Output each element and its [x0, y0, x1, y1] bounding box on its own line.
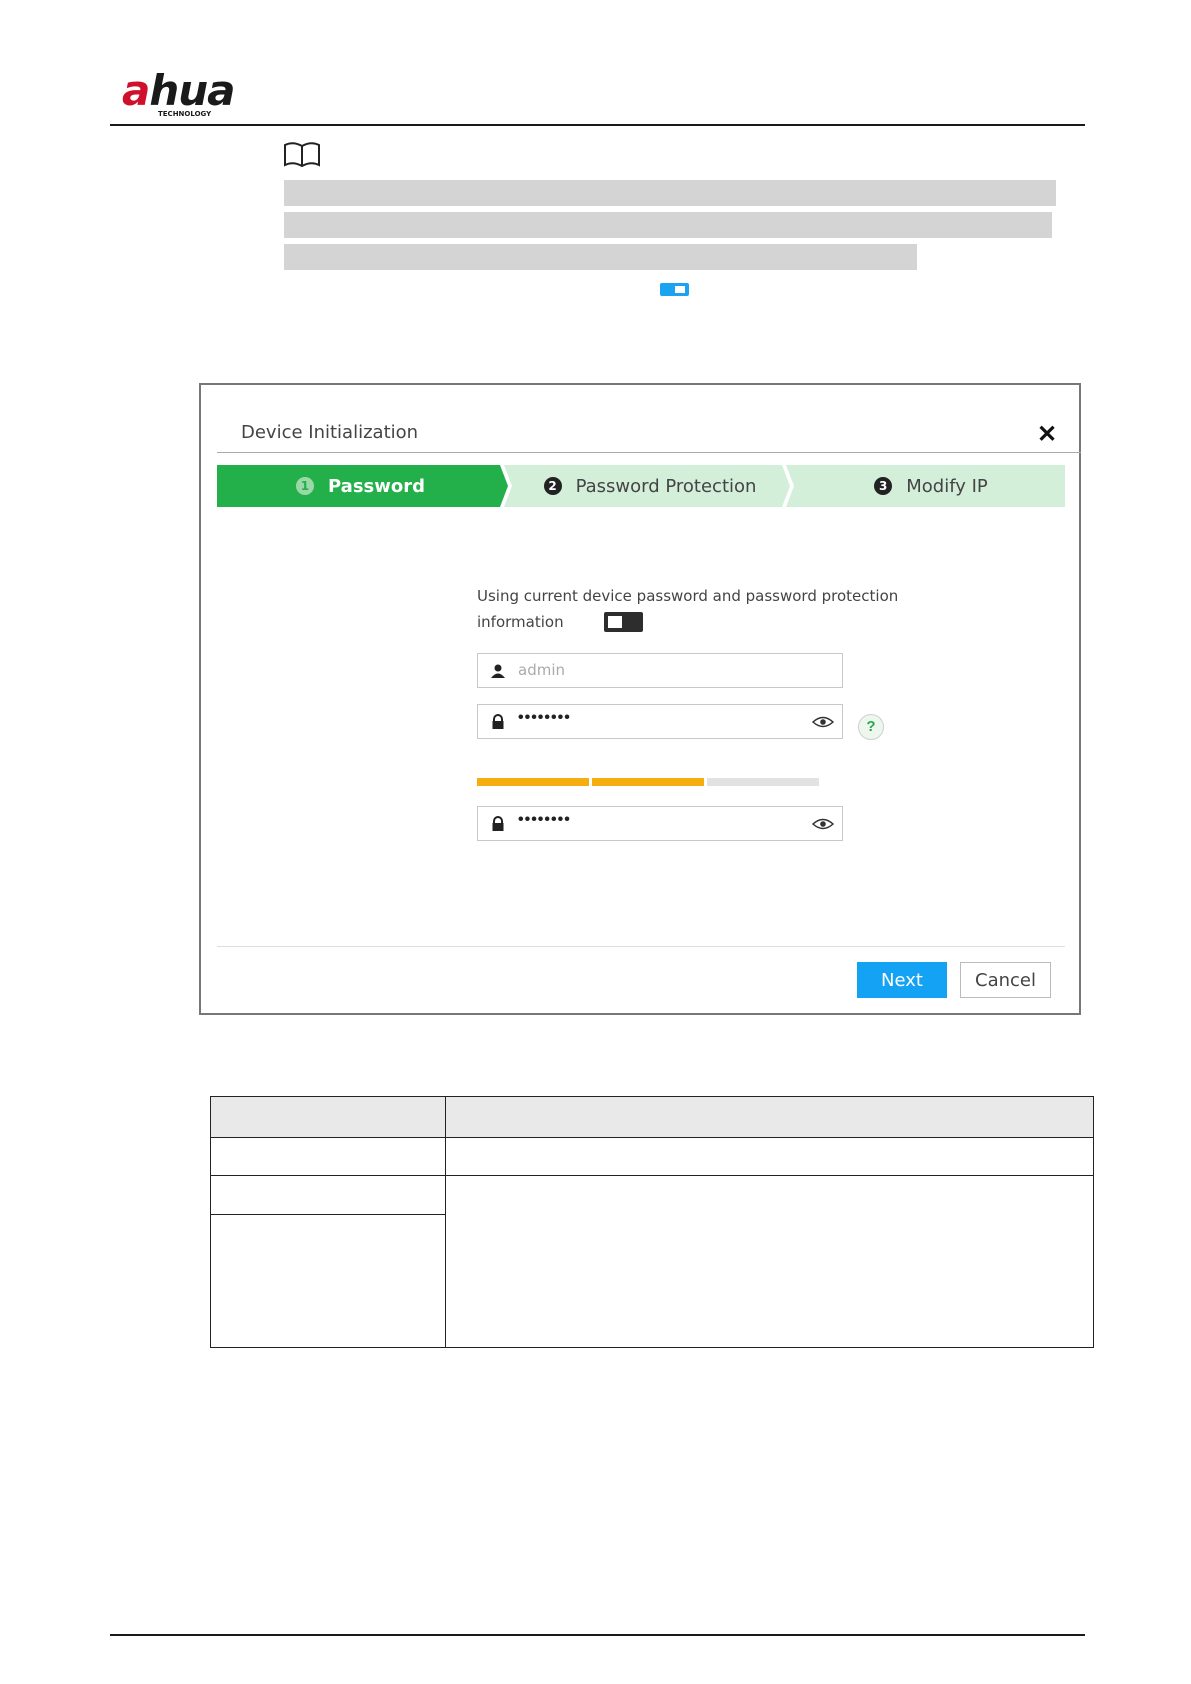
step-wizard: 1 Password 2 Password Protection 3 Modif… — [217, 465, 1065, 507]
logo-wordmark: hua — [149, 66, 235, 115]
step-2-number: 2 — [543, 477, 562, 495]
confirm-password-value: •••••••• — [518, 811, 571, 828]
use-current-password-toggle[interactable] — [604, 612, 643, 632]
strength-bar-segment-1 — [477, 778, 589, 786]
strength-bar-segment-2 — [592, 778, 704, 786]
tab-password-protection[interactable]: 2 Password Protection — [509, 465, 791, 507]
next-button[interactable]: Next — [857, 962, 947, 998]
password-field[interactable]: •••••••• — [477, 704, 843, 739]
dahua-logo: ahua TECHNOLOGY — [122, 70, 257, 120]
lock-icon — [490, 714, 506, 730]
step-1-number: 1 — [295, 477, 314, 495]
table-cell — [445, 1137, 1094, 1176]
step-2-label: Password Protection — [575, 475, 757, 497]
username-value: admin — [518, 661, 565, 679]
logo-subtitle: TECHNOLOGY — [158, 110, 212, 118]
step-3-label: Modify IP — [906, 475, 988, 497]
table-header-parameter — [210, 1096, 446, 1138]
show-password-eye-icon[interactable] — [811, 714, 835, 730]
strength-bar-segment-3 — [707, 778, 819, 786]
redacted-line-2 — [284, 212, 1052, 238]
cancel-button[interactable]: Cancel — [960, 962, 1051, 998]
table-cell — [210, 1175, 446, 1215]
redacted-line-3 — [284, 244, 917, 270]
logo-mark: a — [122, 66, 150, 115]
dialog-title: Device Initialization — [241, 422, 419, 443]
device-initialization-dialog: Device Initialization ✕ 1 Password 2 Pas… — [199, 383, 1081, 1015]
help-icon[interactable]: ? — [858, 714, 884, 740]
redacted-line-1 — [284, 180, 1056, 206]
use-current-password-label: Using current device password and passwo… — [477, 587, 899, 631]
title-divider — [217, 452, 1081, 453]
footer-divider-page — [110, 1634, 1085, 1636]
password-value: •••••••• — [518, 709, 571, 726]
close-icon[interactable]: ✕ — [1037, 423, 1057, 447]
header-divider — [110, 124, 1085, 126]
username-field[interactable]: admin — [477, 653, 843, 688]
user-icon — [490, 663, 506, 679]
confirm-password-field[interactable]: •••••••• — [477, 806, 843, 841]
inline-toggle-icon — [660, 283, 689, 296]
table-cell — [445, 1175, 1094, 1348]
show-confirm-password-eye-icon[interactable] — [811, 816, 835, 832]
table-header-description — [445, 1096, 1094, 1138]
step-3-number: 3 — [874, 477, 893, 495]
parameter-table — [210, 1096, 1094, 1348]
table-cell — [210, 1214, 446, 1348]
table-cell — [210, 1137, 446, 1176]
tab-modify-ip[interactable]: 3 Modify IP — [797, 465, 1065, 507]
lock-icon — [490, 816, 506, 832]
note-book-icon — [283, 141, 321, 169]
step-1-label: Password — [327, 475, 426, 497]
toggle-knob — [608, 616, 622, 628]
footer-divider — [217, 946, 1065, 947]
tab-password[interactable]: 1 Password — [217, 465, 504, 507]
